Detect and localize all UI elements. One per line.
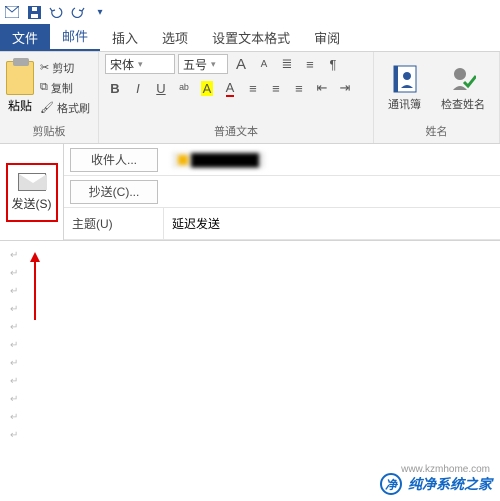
tab-format[interactable]: 设置文本格式 bbox=[200, 24, 302, 51]
font-color-button[interactable]: A bbox=[220, 78, 240, 98]
paragraph-mark: ↵ bbox=[10, 283, 490, 301]
phonetic-button[interactable]: ᵃᵇ bbox=[174, 78, 194, 98]
addressbook-icon bbox=[392, 64, 418, 94]
to-button[interactable]: 收件人... bbox=[70, 148, 158, 172]
paste-label: 粘贴 bbox=[8, 97, 32, 114]
paste-button[interactable]: 粘贴 bbox=[6, 61, 34, 114]
to-row: 收件人... ████████ bbox=[64, 144, 500, 176]
align-center-button[interactable]: ≡ bbox=[266, 78, 286, 98]
paragraph-mark: ↵ bbox=[10, 427, 490, 441]
paragraph-mark: ↵ bbox=[10, 355, 490, 373]
paragraph-mark: ↵ bbox=[10, 247, 490, 265]
new-mail-icon[interactable] bbox=[4, 4, 20, 20]
recipient-chip[interactable]: ████████ bbox=[172, 152, 265, 168]
envelope-icon bbox=[18, 173, 46, 191]
ribbon-group-clipboard: 粘贴 ✂剪切 ⧉复制 🖌格式刷 剪贴板 bbox=[0, 52, 99, 143]
send-button[interactable]: 发送(S) bbox=[6, 163, 58, 222]
highlight-button[interactable]: A bbox=[197, 78, 217, 98]
paste-icon bbox=[6, 61, 34, 95]
paragraph-mark: ↵ bbox=[10, 409, 490, 427]
addressbook-button[interactable]: 通讯簿 bbox=[380, 62, 429, 114]
align-right-button[interactable]: ≡ bbox=[289, 78, 309, 98]
to-field[interactable]: ████████ bbox=[164, 152, 500, 168]
brush-icon: 🖌 bbox=[40, 101, 54, 114]
ribbon-group-font: 宋体▾ 五号▾ A A ≣ ≡ ¶ B I U ᵃᵇ A A ≡ ≡ ≡ ⇤ ⇥ bbox=[99, 52, 374, 143]
subject-field[interactable] bbox=[172, 217, 492, 231]
cc-row: 抄送(C)... bbox=[64, 176, 500, 208]
copy-icon: ⧉ bbox=[40, 81, 48, 94]
scissors-icon: ✂ bbox=[40, 61, 49, 74]
chevron-down-icon: ▾ bbox=[211, 59, 216, 70]
chevron-down-icon: ▾ bbox=[138, 59, 143, 70]
send-column: 发送(S) bbox=[0, 144, 64, 240]
tab-options[interactable]: 选项 bbox=[150, 24, 200, 51]
indent-left-button[interactable]: ⇤ bbox=[312, 78, 332, 98]
bullets-button[interactable]: ≣ bbox=[277, 54, 297, 74]
tab-file[interactable]: 文件 bbox=[0, 24, 50, 51]
subject-label: 主题(U) bbox=[64, 208, 164, 239]
paragraph-mark: ↵ bbox=[10, 319, 490, 337]
subject-row: 主题(U) bbox=[64, 208, 500, 240]
indent-right-button[interactable]: ⇥ bbox=[335, 78, 355, 98]
cc-button[interactable]: 抄送(C)... bbox=[70, 180, 158, 204]
watermark-logo-icon: 净 bbox=[380, 473, 402, 495]
grow-font-button[interactable]: A bbox=[231, 54, 251, 74]
tab-review[interactable]: 审阅 bbox=[302, 24, 352, 51]
watermark: 净 纯净系统之家 bbox=[380, 473, 492, 495]
bold-button[interactable]: B bbox=[105, 78, 125, 98]
align-left-button[interactable]: ≡ bbox=[243, 78, 263, 98]
ribbon: 粘贴 ✂剪切 ⧉复制 🖌格式刷 剪贴板 宋体▾ 五号▾ A A ≣ ≡ ¶ B bbox=[0, 52, 500, 144]
paragraph-mark: ↵ bbox=[10, 301, 490, 319]
checknames-button[interactable]: 检查姓名 bbox=[433, 62, 493, 114]
paragraph-mark: ↵ bbox=[10, 265, 490, 283]
format-painter-button[interactable]: 🖌格式刷 bbox=[38, 99, 92, 117]
italic-button[interactable]: I bbox=[128, 78, 148, 98]
paragraph-mark: ↵ bbox=[10, 337, 490, 355]
tab-insert[interactable]: 插入 bbox=[100, 24, 150, 51]
message-body[interactable]: ↵ ↵ ↵ ↵ ↵ ↵ ↵ ↵ ↵ ↵ ↵ bbox=[0, 241, 500, 441]
paragraph-mark: ↵ bbox=[10, 373, 490, 391]
numbering-button[interactable]: ≡ bbox=[300, 54, 320, 74]
annotation-arrow bbox=[34, 260, 36, 320]
qat-dropdown-icon[interactable]: ▾ bbox=[92, 4, 108, 20]
watermark-text: 纯净系统之家 bbox=[408, 474, 492, 494]
font-size-select[interactable]: 五号▾ bbox=[178, 54, 228, 74]
compose-header: 发送(S) 收件人... ████████ 抄送(C)... 主题(U) bbox=[0, 144, 500, 241]
undo-icon[interactable] bbox=[48, 4, 64, 20]
font-family-select[interactable]: 宋体▾ bbox=[105, 54, 175, 74]
paragraph-button[interactable]: ¶ bbox=[323, 54, 343, 74]
redo-icon[interactable] bbox=[70, 4, 86, 20]
save-icon[interactable] bbox=[26, 4, 42, 20]
tab-mail[interactable]: 邮件 bbox=[50, 22, 100, 51]
ribbon-group-names: 通讯簿 检查姓名 姓名 bbox=[374, 52, 500, 143]
copy-button[interactable]: ⧉复制 bbox=[38, 79, 92, 97]
ribbon-tabs: 文件 邮件 插入 选项 设置文本格式 审阅 bbox=[0, 24, 500, 52]
underline-button[interactable]: U bbox=[151, 78, 171, 98]
checknames-icon bbox=[450, 64, 476, 94]
cc-field[interactable] bbox=[172, 185, 492, 199]
names-group-label: 姓名 bbox=[380, 121, 493, 141]
font-group-label: 普通文本 bbox=[105, 121, 367, 141]
cut-button[interactable]: ✂剪切 bbox=[38, 59, 92, 77]
paragraph-mark: ↵ bbox=[10, 391, 490, 409]
send-label: 发送(S) bbox=[12, 195, 52, 212]
clipboard-group-label: 剪贴板 bbox=[6, 121, 92, 141]
shrink-font-button[interactable]: A bbox=[254, 54, 274, 74]
quick-access-toolbar: ▾ bbox=[0, 0, 500, 24]
